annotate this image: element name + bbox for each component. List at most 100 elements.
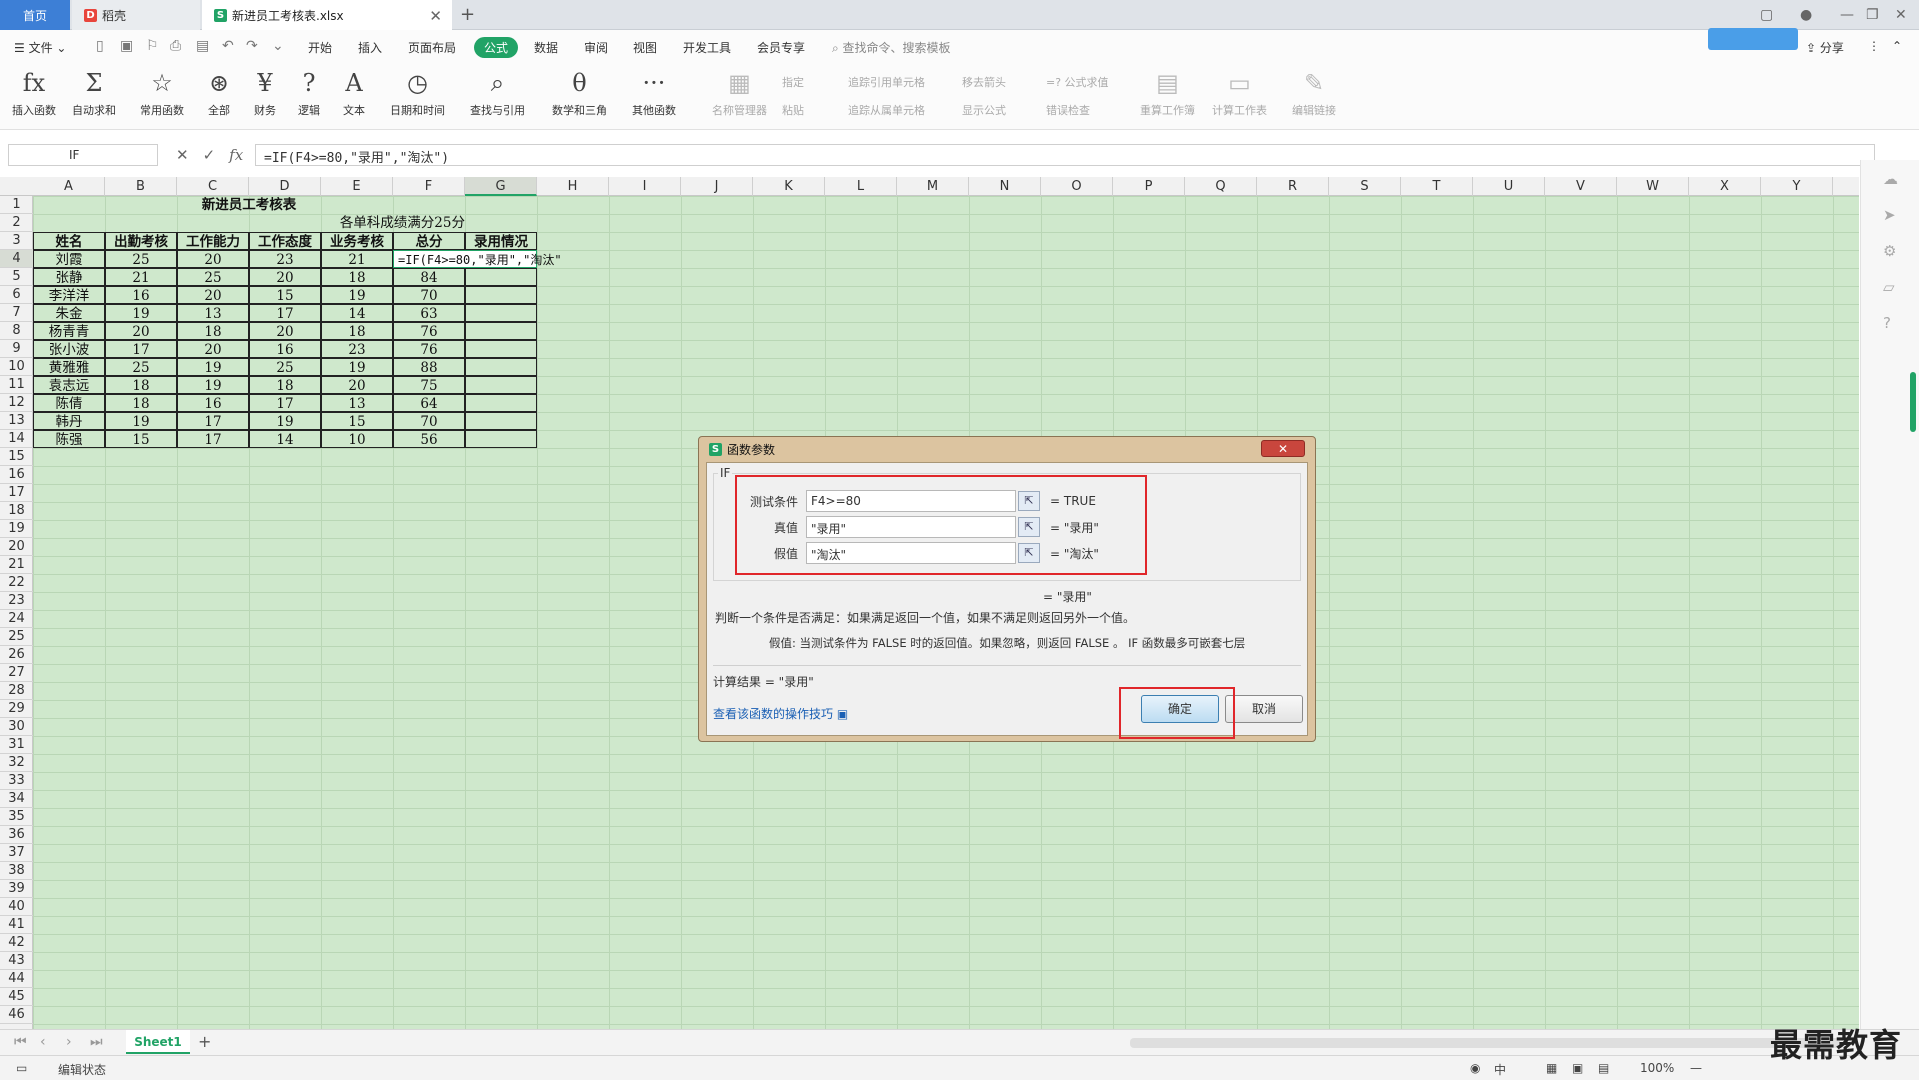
row-header[interactable]: 19 bbox=[0, 520, 33, 538]
table-cell[interactable]: 17 bbox=[105, 340, 177, 358]
table-cell[interactable]: 70 bbox=[393, 412, 465, 430]
math-trig-button[interactable]: θ 数学和三角 bbox=[552, 68, 607, 118]
edit-links-button[interactable]: ✎ 编辑链接 bbox=[1292, 68, 1336, 118]
column-header[interactable]: G bbox=[465, 177, 537, 196]
column-header[interactable]: W bbox=[1617, 177, 1689, 196]
row-header[interactable]: 20 bbox=[0, 538, 33, 556]
table-cell[interactable]: 19 bbox=[105, 304, 177, 322]
window-layout-icon[interactable]: ▢ bbox=[1760, 0, 1773, 30]
table-cell[interactable]: 23 bbox=[249, 250, 321, 268]
horizontal-scrollbar[interactable] bbox=[1130, 1038, 1840, 1048]
date-time-button[interactable]: ◷ 日期和时间 bbox=[390, 68, 445, 118]
insert-function-button[interactable]: fx 插入函数 bbox=[12, 68, 56, 118]
table-cell[interactable]: 黄雅雅 bbox=[33, 358, 105, 376]
row-header[interactable]: 29 bbox=[0, 700, 33, 718]
name-box[interactable]: IF bbox=[8, 144, 158, 166]
column-title[interactable]: 录用情况 bbox=[465, 232, 537, 250]
admission-cell[interactable] bbox=[465, 304, 537, 322]
table-cell[interactable]: 李洋洋 bbox=[33, 286, 105, 304]
sheet-tab-sheet1[interactable]: Sheet1 bbox=[126, 1030, 190, 1054]
share-button[interactable]: ⇪ 分享 bbox=[1806, 39, 1844, 56]
table-cell[interactable]: 陈倩 bbox=[33, 394, 105, 412]
row-header[interactable]: 32 bbox=[0, 754, 33, 772]
column-header[interactable]: J bbox=[681, 177, 753, 196]
menu-insert[interactable]: 插入 bbox=[358, 39, 382, 56]
menu-developer[interactable]: 开发工具 bbox=[683, 39, 731, 56]
table-cell[interactable]: 20 bbox=[177, 286, 249, 304]
file-menu[interactable]: ☰ 文件 ⌄ bbox=[14, 39, 66, 56]
evaluate-formula-button[interactable]: =? 公式求值 bbox=[1046, 74, 1109, 90]
table-cell[interactable]: 70 bbox=[393, 286, 465, 304]
table-cell[interactable]: 23 bbox=[321, 340, 393, 358]
show-formulas-button[interactable]: 显示公式 bbox=[962, 102, 1006, 118]
tab-home[interactable]: 首页 bbox=[0, 0, 70, 30]
admission-cell[interactable] bbox=[465, 268, 537, 286]
page-layout-view-icon[interactable]: ▣ bbox=[1572, 1061, 1583, 1075]
table-cell[interactable]: 16 bbox=[177, 394, 249, 412]
table-cell[interactable]: 13 bbox=[177, 304, 249, 322]
table-cell[interactable]: 20 bbox=[249, 268, 321, 286]
page-break-view-icon[interactable]: ▤ bbox=[1598, 1061, 1609, 1075]
column-header[interactable]: S bbox=[1329, 177, 1401, 196]
row-header[interactable]: 38 bbox=[0, 862, 33, 880]
row-header[interactable]: 40 bbox=[0, 898, 33, 916]
table-cell[interactable]: 20 bbox=[321, 376, 393, 394]
menu-page-layout[interactable]: 页面布局 bbox=[408, 39, 456, 56]
column-header[interactable]: C bbox=[177, 177, 249, 196]
column-header[interactable]: A bbox=[33, 177, 105, 196]
row-header[interactable]: 43 bbox=[0, 952, 33, 970]
menu-review[interactable]: 审阅 bbox=[584, 39, 608, 56]
table-cell[interactable]: 13 bbox=[321, 394, 393, 412]
table-cell[interactable]: 64 bbox=[393, 394, 465, 412]
zoom-level[interactable]: 100% bbox=[1640, 1061, 1674, 1075]
more-functions-button[interactable]: ··· 其他函数 bbox=[632, 68, 676, 118]
table-cell[interactable]: 10 bbox=[321, 430, 393, 448]
column-header[interactable]: B bbox=[105, 177, 177, 196]
column-title[interactable]: 出勤考核 bbox=[105, 232, 177, 250]
table-cell[interactable]: 21 bbox=[321, 250, 393, 268]
column-header[interactable]: T bbox=[1401, 177, 1473, 196]
name-manager-button[interactable]: ▦ 名称管理器 bbox=[712, 68, 767, 118]
admission-cell[interactable] bbox=[465, 376, 537, 394]
table-cell[interactable]: 18 bbox=[105, 394, 177, 412]
row-header[interactable]: 17 bbox=[0, 484, 33, 502]
redo-icon[interactable]: ↷ bbox=[246, 38, 258, 54]
table-cell[interactable]: 15 bbox=[321, 412, 393, 430]
admission-cell[interactable] bbox=[465, 358, 537, 376]
column-header[interactable]: I bbox=[609, 177, 681, 196]
row-header[interactable]: 12 bbox=[0, 394, 33, 412]
more-menu-icon[interactable]: ⋮ bbox=[1868, 39, 1880, 53]
macro-icon[interactable]: ▭ bbox=[16, 1061, 27, 1075]
row-header[interactable]: 24 bbox=[0, 610, 33, 628]
financial-button[interactable]: ¥ 财务 bbox=[254, 68, 276, 118]
restore-icon[interactable]: ❐ bbox=[1866, 0, 1879, 30]
zoom-out-icon[interactable]: — bbox=[1690, 1061, 1702, 1075]
help-link[interactable]: 查看该函数的操作技巧 ▣ bbox=[713, 705, 848, 722]
save-icon[interactable]: ▣ bbox=[120, 38, 133, 54]
row-header[interactable]: 22 bbox=[0, 574, 33, 592]
table-cell[interactable]: 20 bbox=[177, 340, 249, 358]
table-cell[interactable]: 20 bbox=[249, 322, 321, 340]
column-header[interactable]: V bbox=[1545, 177, 1617, 196]
table-cell[interactable]: 75 bbox=[393, 376, 465, 394]
cancel-button[interactable]: 取消 bbox=[1225, 695, 1303, 723]
menu-formulas[interactable]: 公式 bbox=[474, 37, 519, 58]
row-header[interactable]: 44 bbox=[0, 970, 33, 988]
table-cell[interactable]: 19 bbox=[321, 358, 393, 376]
common-functions-button[interactable]: ☆ 常用函数 bbox=[140, 68, 184, 118]
table-cell[interactable]: 杨青青 bbox=[33, 322, 105, 340]
dialog-title-bar[interactable]: S 函数参数 bbox=[699, 437, 1315, 461]
row-header[interactable]: 41 bbox=[0, 916, 33, 934]
column-header[interactable]: R bbox=[1257, 177, 1329, 196]
table-cell[interactable]: 19 bbox=[321, 286, 393, 304]
paste-name-button[interactable]: 粘贴 bbox=[782, 102, 804, 118]
formula-input[interactable]: =IF(F4>=80,"录用","淘汰") bbox=[255, 144, 1875, 166]
row-header[interactable]: 23 bbox=[0, 592, 33, 610]
text-functions-button[interactable]: A 文本 bbox=[343, 68, 365, 118]
table-title[interactable]: 新进员工考核表 bbox=[33, 196, 465, 214]
recalc-workbook-button[interactable]: ▤ 重算工作簿 bbox=[1140, 68, 1195, 118]
column-header[interactable]: U bbox=[1473, 177, 1545, 196]
table-cell[interactable]: 16 bbox=[105, 286, 177, 304]
column-title[interactable]: 工作能力 bbox=[177, 232, 249, 250]
format-painter-icon[interactable]: ⚐ bbox=[146, 38, 159, 54]
